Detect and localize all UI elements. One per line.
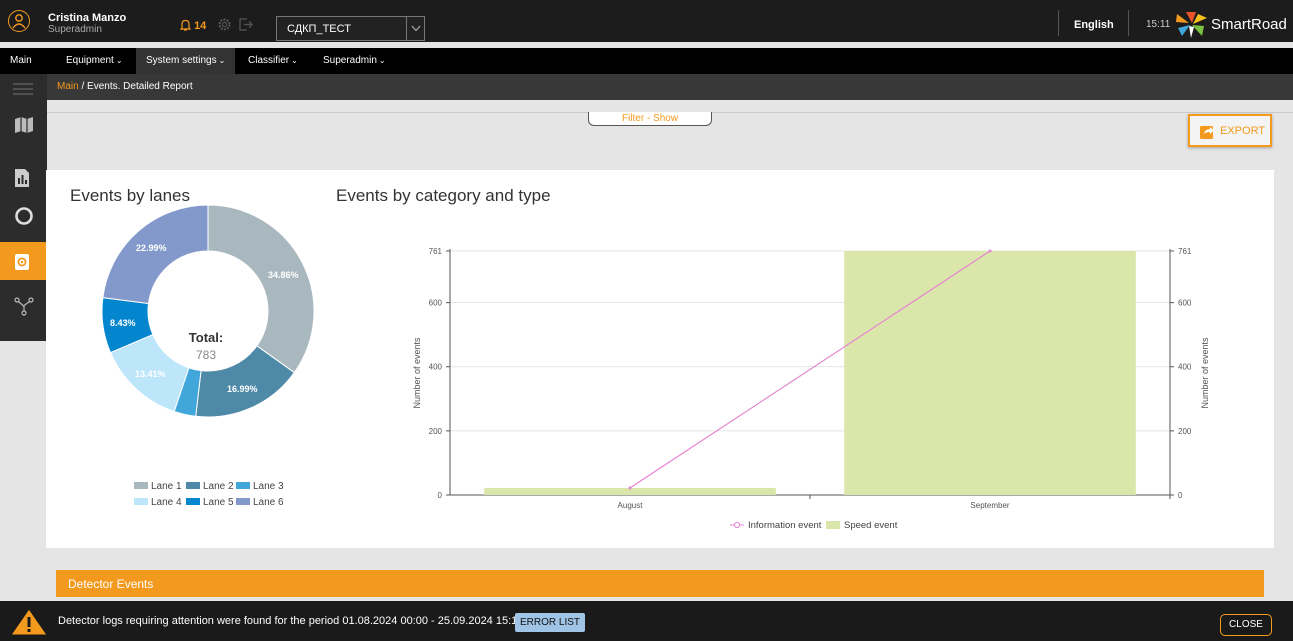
legend-lane-2[interactable]: Lane 2 <box>186 481 234 492</box>
y-tick-label-right: 200 <box>1178 427 1192 436</box>
donut-label-lane5: 8.43% <box>110 318 136 328</box>
nav-classifier[interactable]: Classifier ⌄ <box>240 48 306 74</box>
sidebar-item-circle[interactable] <box>0 196 47 234</box>
y-tick-label-left: 761 <box>429 247 443 256</box>
legend-information-event[interactable]: Information event <box>748 520 822 531</box>
top-bar: Cristina Manzo Superadmin 14 СДКП_ТЕСТ E… <box>0 0 1293 42</box>
notification-message: Detector logs requiring attention were f… <box>58 615 523 627</box>
y-tick-label-right: 761 <box>1178 247 1192 256</box>
information-event-point[interactable] <box>628 486 632 490</box>
legend-lane-3[interactable]: Lane 3 <box>236 481 284 492</box>
clock: 15:11 <box>1146 19 1171 30</box>
main-nav: Main Equipment ⌄ System settings ⌄ Classif… <box>0 48 1293 74</box>
brand-name: SmartRoad <box>1211 16 1287 33</box>
legend-speed-event-swatch <box>826 521 840 529</box>
export-icon <box>1200 126 1214 139</box>
y-axis-label-right: Number of events <box>1200 337 1210 409</box>
gear-icon[interactable] <box>217 17 232 32</box>
x-tick-label: August <box>618 501 644 510</box>
events-category-chart: 761 761 600 600 400 400 200 200 0 0 August Septembe… <box>412 247 1210 531</box>
y-axis-label-left: Number of events <box>412 337 422 409</box>
divider <box>1128 10 1129 36</box>
nav-equipment[interactable]: Equipment ⌄ <box>58 48 131 74</box>
export-label: EXPORT <box>1220 125 1266 137</box>
divider <box>1058 10 1059 36</box>
error-list-button[interactable]: ERROR LIST <box>515 613 586 632</box>
network-icon <box>14 297 34 316</box>
y-tick-label-left: 600 <box>429 299 443 308</box>
filter-toggle-tab[interactable]: Filter - Show <box>588 112 712 126</box>
y-tick-label-right: 400 <box>1178 363 1192 372</box>
notifications-button[interactable]: 14 <box>179 19 207 32</box>
notification-bar: Detector logs requiring attention were f… <box>0 601 1293 641</box>
sidebar-item-reports[interactable] <box>0 158 47 196</box>
donut-slice-lane-6[interactable] <box>102 204 209 305</box>
user-avatar-icon[interactable] <box>8 10 30 32</box>
bar-chart-title: Events by category and type <box>336 186 551 205</box>
breadcrumb-current: Events. Detailed Report <box>87 81 193 92</box>
donut-label-lane6: 22.99% <box>136 243 167 253</box>
breadcrumb-main-link[interactable]: Main <box>57 81 79 92</box>
ring-icon <box>15 207 33 225</box>
smartroad-logo-icon <box>1176 12 1207 38</box>
export-button[interactable]: EXPORT <box>1188 114 1272 147</box>
sidebar-item-events[interactable] <box>0 242 47 280</box>
y-tick-label-left: 400 <box>429 363 443 372</box>
chevron-down-icon: ⌄ <box>291 56 298 65</box>
y-tick-label-right: 600 <box>1178 299 1192 308</box>
notification-count: 14 <box>194 20 207 32</box>
donut-label-lane4: 13.41% <box>135 369 166 379</box>
events-report-icon <box>15 254 29 270</box>
logout-icon[interactable] <box>238 17 254 32</box>
project-select-value: СДКП_ТЕСТ <box>287 23 351 35</box>
donut-total-label: Total: <box>188 330 224 345</box>
report-icon <box>15 169 29 187</box>
user-name: Cristina Manzo <box>48 12 127 24</box>
bell-icon <box>179 19 192 31</box>
legend-lane-6[interactable]: Lane 6 <box>236 497 284 508</box>
hamburger-menu-button[interactable] <box>0 74 47 102</box>
donut-total-value: 783 <box>195 348 217 362</box>
legend-lane-4[interactable]: Lane 4 <box>134 497 182 508</box>
donut-label-lane2: 16.99% <box>227 384 258 394</box>
user-role: Superadmin <box>48 24 102 35</box>
y-tick-label-left: 200 <box>429 427 443 436</box>
detector-events-header[interactable]: Detector Events <box>56 570 1264 597</box>
language-selector[interactable]: English <box>1074 19 1114 31</box>
legend-information-event-dot <box>733 521 741 529</box>
x-tick-label: September <box>970 501 1009 510</box>
breadcrumb: Main / Events. Detailed Report <box>47 74 1293 100</box>
chevron-down-icon: ⌄ <box>378 56 386 65</box>
nav-superadmin[interactable]: Superadmin ⌄ <box>315 48 394 74</box>
chevron-down-icon <box>406 17 424 40</box>
chevron-down-icon: ⌄ <box>218 56 226 65</box>
chevron-down-icon: ⌄ <box>115 56 123 65</box>
nav-main[interactable]: Main <box>2 48 40 74</box>
map-icon <box>15 117 33 133</box>
project-select[interactable]: СДКП_ТЕСТ <box>276 16 425 41</box>
lanes-donut-chart <box>101 204 315 418</box>
donut-label-lane1: 34.86% <box>268 270 299 280</box>
legend-lane-5[interactable]: Lane 5 <box>186 497 234 508</box>
legend-speed-event[interactable]: Speed event <box>844 520 898 531</box>
y-tick-label-left: 0 <box>438 491 443 500</box>
nav-system-settings[interactable]: System settings ⌄ <box>136 48 236 74</box>
sidebar-item-network[interactable] <box>0 286 47 324</box>
bar-speed-event-september[interactable] <box>844 251 1136 495</box>
legend-lane-1[interactable]: Lane 1 <box>134 481 182 492</box>
hamburger-icon <box>13 83 33 95</box>
information-event-point[interactable] <box>988 249 992 253</box>
warning-icon <box>10 608 48 636</box>
close-notification-button[interactable]: CLOSE <box>1220 614 1272 636</box>
y-tick-label-right: 0 <box>1178 491 1183 500</box>
sidebar-item-map[interactable] <box>0 106 47 144</box>
left-sidebar <box>0 74 47 341</box>
